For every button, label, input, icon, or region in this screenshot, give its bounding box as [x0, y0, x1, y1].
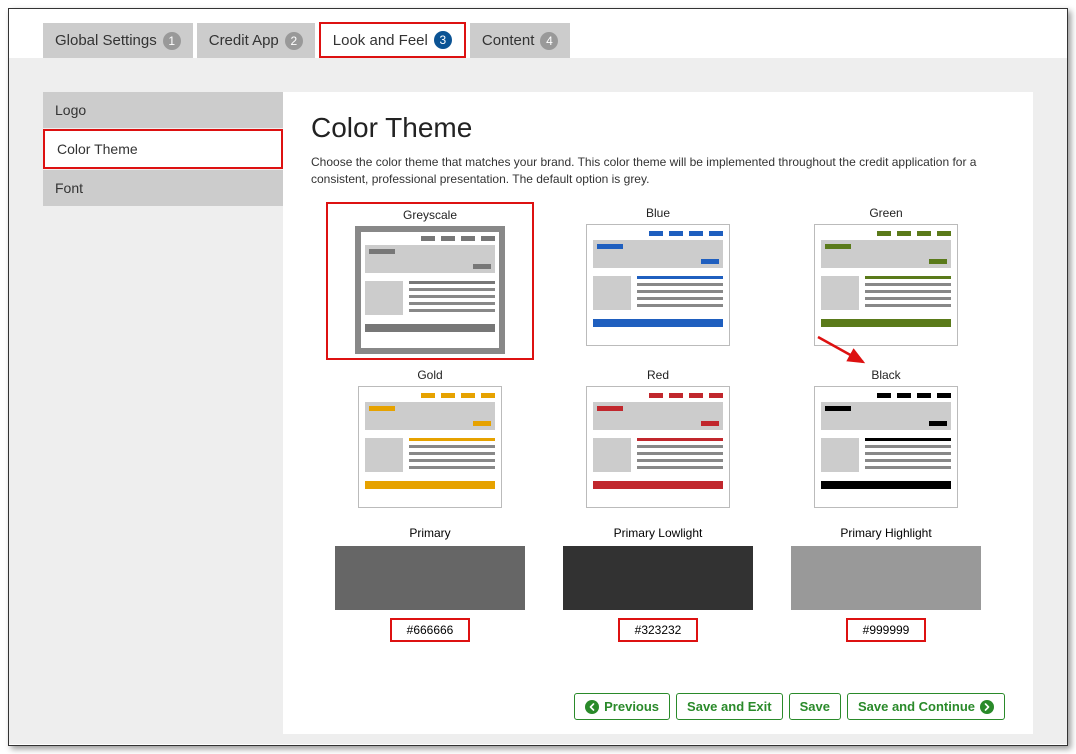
theme-option-green[interactable]: Green — [786, 206, 986, 356]
theme-option-red[interactable]: Red — [558, 368, 758, 508]
hex-input[interactable] — [846, 618, 926, 642]
swatch-primary-highlight: Primary Highlight — [786, 526, 986, 642]
tab-label: Look and Feel — [333, 32, 428, 49]
theme-thumbnail — [355, 226, 505, 354]
tab-credit-app[interactable]: Credit App 2 — [197, 23, 315, 58]
swatch-primary: Primary — [330, 526, 530, 642]
step-tabs: Global Settings 1 Credit App 2 Look and … — [9, 23, 1067, 58]
theme-label: Red — [558, 368, 758, 382]
theme-option-greyscale[interactable]: Greyscale — [330, 206, 530, 356]
theme-thumbnail — [814, 386, 958, 508]
swatch-label: Primary Highlight — [786, 526, 986, 540]
arrow-right-icon — [980, 700, 994, 714]
theme-label: Blue — [558, 206, 758, 220]
theme-label: Black — [786, 368, 986, 382]
theme-thumbnail — [358, 386, 502, 508]
step-number-icon: 2 — [285, 32, 303, 50]
hex-input[interactable] — [390, 618, 470, 642]
theme-option-gold[interactable]: Gold — [330, 368, 530, 508]
hex-input[interactable] — [618, 618, 698, 642]
app-frame: Global Settings 1 Credit App 2 Look and … — [8, 8, 1068, 746]
sidebar: Logo Color Theme Font — [43, 92, 283, 734]
step-number-icon: 3 — [434, 31, 452, 49]
theme-label: Greyscale — [332, 208, 528, 222]
button-label: Previous — [604, 699, 659, 714]
save-and-continue-button[interactable]: Save and Continue — [847, 693, 1005, 720]
content-wrap: Logo Color Theme Font Color Theme Choose… — [9, 58, 1067, 744]
step-number-icon: 1 — [163, 32, 181, 50]
save-and-exit-button[interactable]: Save and Exit — [676, 693, 783, 720]
color-swatch — [563, 546, 753, 610]
theme-option-black[interactable]: Black — [786, 368, 986, 508]
tab-label: Credit App — [209, 32, 279, 49]
tab-global-settings[interactable]: Global Settings 1 — [43, 23, 193, 58]
step-number-icon: 4 — [540, 32, 558, 50]
tab-look-and-feel[interactable]: Look and Feel 3 — [319, 22, 466, 58]
sidebar-item-label: Font — [55, 180, 83, 196]
button-label: Save and Exit — [687, 699, 772, 714]
color-swatch — [335, 546, 525, 610]
swatch-label: Primary — [330, 526, 530, 540]
theme-grid: Greyscale Blue Green — [311, 206, 1005, 508]
swatch-primary-lowlight: Primary Lowlight — [558, 526, 758, 642]
page-description: Choose the color theme that matches your… — [311, 154, 1005, 188]
theme-label: Gold — [330, 368, 530, 382]
theme-thumbnail — [586, 386, 730, 508]
page-title: Color Theme — [311, 112, 1005, 144]
footer-buttons: Previous Save and Exit Save Save and Con… — [574, 693, 1005, 720]
sidebar-item-label: Logo — [55, 102, 86, 118]
theme-label: Green — [786, 206, 986, 220]
sidebar-item-logo[interactable]: Logo — [43, 92, 283, 128]
swatch-label: Primary Lowlight — [558, 526, 758, 540]
swatch-row: Primary Primary Lowlight Primary Highlig… — [311, 526, 1005, 642]
save-button[interactable]: Save — [789, 693, 841, 720]
button-label: Save and Continue — [858, 699, 975, 714]
tab-label: Content — [482, 32, 535, 49]
tab-label: Global Settings — [55, 32, 157, 49]
sidebar-item-font[interactable]: Font — [43, 170, 283, 206]
theme-thumbnail — [814, 224, 958, 346]
theme-option-blue[interactable]: Blue — [558, 206, 758, 356]
arrow-left-icon — [585, 700, 599, 714]
color-swatch — [791, 546, 981, 610]
button-label: Save — [800, 699, 830, 714]
previous-button[interactable]: Previous — [574, 693, 670, 720]
tab-content[interactable]: Content 4 — [470, 23, 571, 58]
sidebar-item-color-theme[interactable]: Color Theme — [43, 129, 283, 169]
sidebar-item-label: Color Theme — [57, 141, 138, 157]
main-panel: Color Theme Choose the color theme that … — [283, 92, 1033, 734]
theme-thumbnail — [586, 224, 730, 346]
